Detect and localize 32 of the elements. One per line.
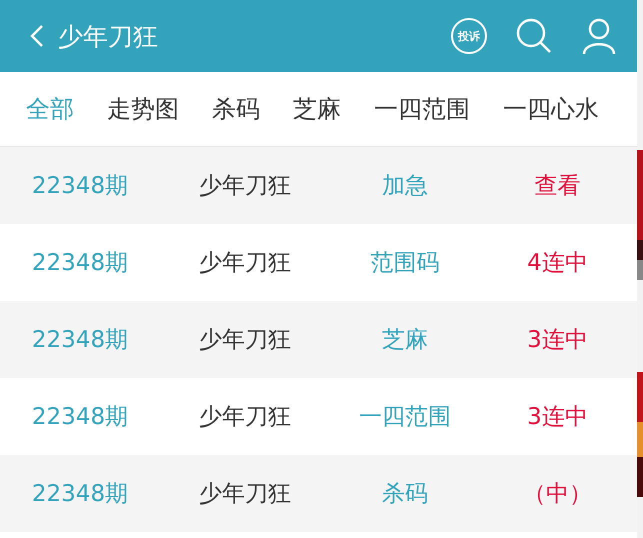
result-text: （中） [523,481,592,507]
author-text: 少年刀狂 [199,404,291,430]
category-text: 加急 [382,173,428,199]
result-text: 3连中 [527,404,588,430]
category-tab[interactable]: 杀码 [212,93,260,125]
author-text: 少年刀狂 [199,173,291,199]
list-row[interactable]: 22348期 少年刀狂 杀码 （中） [0,455,637,532]
period-text: 22348期 [32,327,128,353]
period-text: 22348期 [32,173,128,199]
search-icon[interactable] [515,17,553,55]
page-title: 少年刀狂 [58,20,158,52]
back-icon[interactable] [30,24,44,48]
category-tab[interactable]: 一四范围 [374,93,470,125]
author-text: 少年刀狂 [199,327,291,353]
category-tab[interactable]: 走势图 [107,93,179,125]
category-text: 芝麻 [382,327,428,353]
list-row[interactable]: 22348期 少年刀狂 芝麻 3连中 [0,301,637,378]
category-text: 一四范围 [359,404,451,430]
result-text: 4连中 [527,250,588,276]
result-text: 3连中 [527,327,588,353]
category-text: 范围码 [370,250,440,276]
period-text: 22348期 [32,481,128,507]
category-text: 杀码 [382,481,428,507]
author-text: 少年刀狂 [199,481,291,507]
list-row[interactable]: 22348期 少年刀狂 加急 查看 [0,147,637,224]
user-icon[interactable] [581,17,617,55]
result-text: 查看 [534,173,580,199]
period-text: 22348期 [32,404,128,430]
author-text: 少年刀狂 [199,250,291,276]
category-tab[interactable]: 芝麻 [293,93,341,125]
period-text: 22348期 [32,250,128,276]
category-tab[interactable]: 一四心水 [503,93,599,125]
